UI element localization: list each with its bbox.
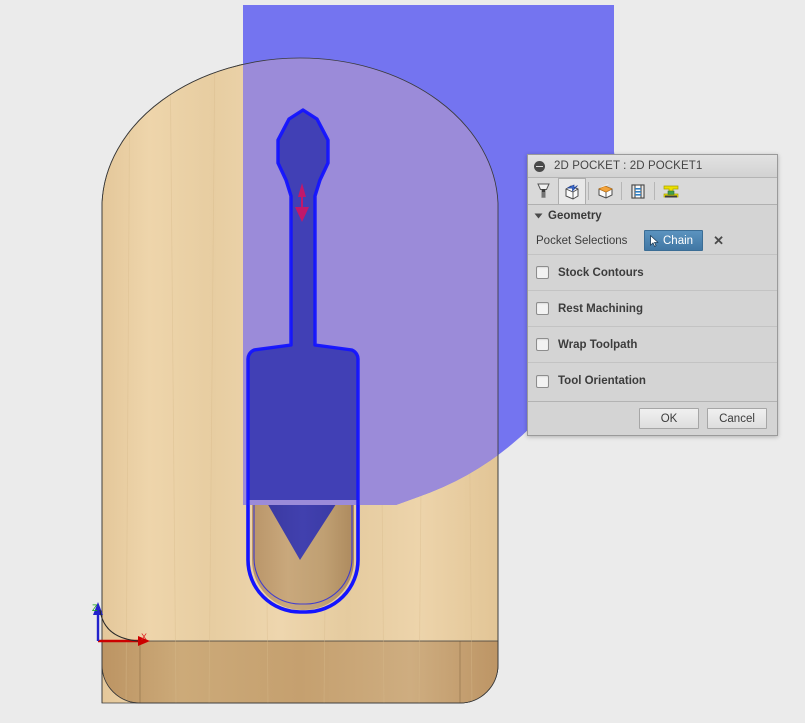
axis-label-x: X [141,632,147,642]
ok-button[interactable]: OK [639,408,699,429]
section-header-geometry[interactable]: Geometry [528,205,777,227]
dialog-title: 2D POCKET : 2D POCKET1 [554,160,703,172]
axis-label-z: Z [92,603,98,613]
checkbox-stock-contours[interactable] [536,266,549,279]
chain-button-label: Chain [663,234,694,247]
checkbox-rest-machining[interactable] [536,302,549,315]
dialog-tab-strip[interactable] [528,178,777,205]
option-label-tool-orientation: Tool Orientation [558,375,646,387]
checkbox-wrap-toolpath[interactable] [536,338,549,351]
option-label-stock-contours: Stock Contours [558,266,644,279]
dialog-footer: OK Cancel [528,401,777,435]
tab-separator-3 [654,182,655,200]
pocket-selections-label: Pocket Selections [536,234,628,247]
tab-separator-2 [621,182,622,200]
cursor-arrow-icon [650,234,659,247]
geometry-box-icon [565,183,579,200]
cancel-button[interactable]: Cancel [707,408,767,429]
option-tool-orientation[interactable]: Tool Orientation [528,363,777,399]
option-label-wrap-toolpath: Wrap Toolpath [558,338,638,351]
row-pocket-selections: Pocket Selections Chain ✕ [528,227,777,255]
option-stock-contours[interactable]: Stock Contours [528,255,777,291]
tab-separator-1 [588,182,589,200]
dialog-body: Geometry Pocket Selections Chain ✕ Stock… [528,205,777,401]
passes-icon [630,184,645,199]
close-x-icon[interactable]: ✕ [713,234,724,247]
dialog-header[interactable]: 2D POCKET : 2D POCKET1 [528,155,777,178]
chevron-down-icon [534,213,543,219]
tab-geometry[interactable] [558,178,586,204]
option-rest-machining[interactable]: Rest Machining [528,291,777,327]
tab-linking[interactable] [657,178,685,204]
section-title: Geometry [548,210,602,222]
option-wrap-toolpath[interactable]: Wrap Toolpath [528,327,777,363]
tab-passes[interactable] [624,178,652,204]
checkbox-tool-orientation[interactable] [536,374,549,388]
2d-pocket-dialog[interactable]: 2D POCKET : 2D POCKET1 Geometry Pocket S… [527,154,778,436]
endmill-tool-icon [537,183,550,198]
heights-box-icon [597,183,613,199]
chain-selection-button[interactable]: Chain [644,230,704,251]
minus-circle-icon[interactable] [534,160,545,172]
linking-icon [663,185,678,198]
tab-heights[interactable] [591,178,619,204]
option-label-rest-machining: Rest Machining [558,302,643,315]
tab-tool[interactable] [530,178,558,204]
